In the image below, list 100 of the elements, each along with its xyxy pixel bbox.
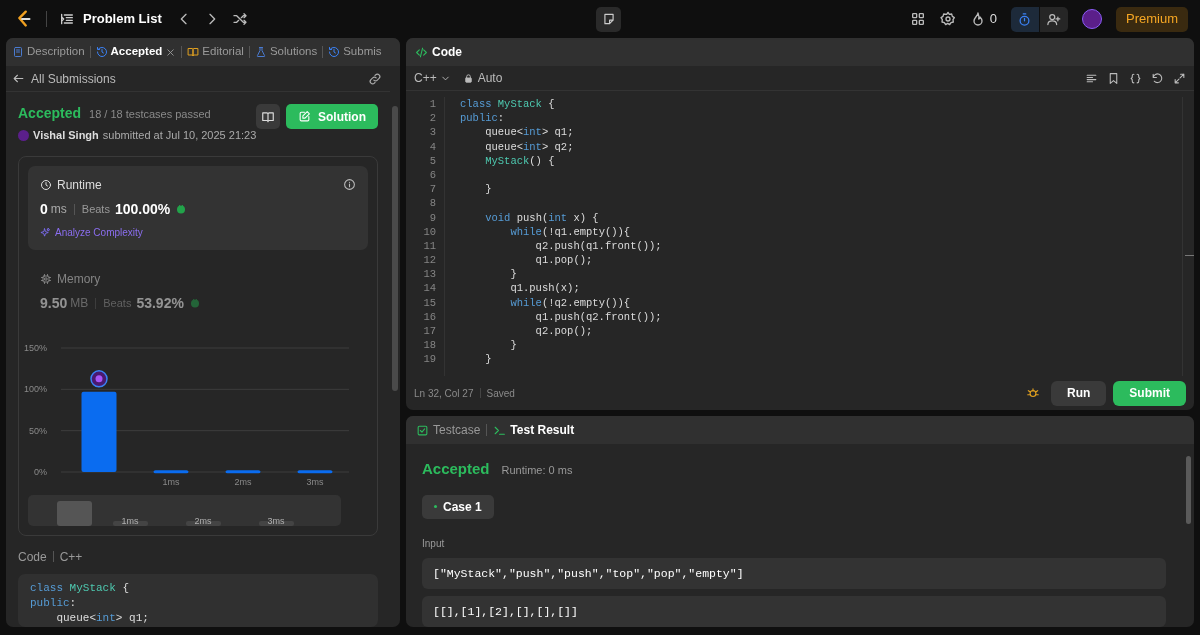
y-tick-label: 50% [29,425,47,436]
line-number: 3 [428,125,436,140]
list-icon[interactable] [59,11,75,27]
runtime-text: Runtime: 0 ms [501,463,573,478]
sparkle-icon [40,226,51,238]
stat-title: Memory [57,270,101,288]
line-number: 1 [428,97,436,112]
line-number: 15 [422,295,436,310]
y-tick-label: 150% [23,342,47,353]
braces-icon[interactable] [1129,71,1142,85]
beats-percent: 53.92% [136,293,184,313]
leaf-icon [175,203,188,215]
line-number: 14 [422,281,436,296]
line-number: 13 [422,267,436,282]
saved-status: Saved [486,386,515,401]
code-line: } [509,338,518,353]
editorial-button[interactable] [256,104,280,129]
add-user-icon [1046,11,1062,27]
code-line: while(!q1.empty()){ [509,224,632,239]
y-tick-label: 0% [34,466,47,477]
x-tick-label: 3ms [306,476,324,487]
chip-icon [40,272,52,285]
username[interactable]: Vishal Singh [33,127,99,144]
checkbox-icon [416,423,429,437]
runtime-card[interactable]: Runtime 0 ms Beats 100.00% Analyze Complexity [28,165,368,250]
beats-label: Beats [103,295,132,311]
code-line: q1.push(q2.front()); [534,309,663,324]
stat-value: 0 [40,199,48,219]
history-icon [328,46,341,58]
settings-icon[interactable] [939,11,956,27]
code-line: } [484,352,493,367]
clock-icon [40,178,52,191]
tab[interactable]: Editorial [187,43,244,61]
beats-label: Beats [81,201,110,217]
code-line: q2.push(q1.front()); [534,238,663,254]
testcases-text: 18 / 18 testcases passed [89,107,211,122]
line-number: 2 [428,111,436,126]
tab[interactable]: Test Result [493,421,575,439]
line-number: 18 [422,338,436,353]
line-number: 5 [428,153,436,168]
notes-button[interactable] [596,6,622,32]
line-number: 17 [422,324,436,339]
add-user-button[interactable] [1040,6,1068,32]
expand-icon[interactable] [1173,71,1186,85]
x-tick-label: 1ms [162,476,180,487]
beats-percent: 100.00% [114,199,171,219]
problem-list-link[interactable]: Problem List [83,9,162,29]
premium-button[interactable]: Premium [1116,6,1188,32]
bar[interactable] [297,469,333,473]
info-icon[interactable] [343,178,356,191]
avatar-marker [90,369,108,388]
tab[interactable]: Testcase [416,421,481,439]
code-line: queue<int> q1; [484,125,575,140]
mode-label: Auto [477,70,503,87]
run-button[interactable]: Run [1051,380,1107,406]
input-label: Input [422,536,446,551]
history-icon [95,46,108,58]
code-line: } [484,182,493,197]
x-tick-label: 2ms [234,476,252,487]
y-tick-label: 100% [23,383,47,394]
avatar[interactable] [1082,9,1102,29]
avatar [18,129,29,141]
bookmark-icon[interactable] [1107,71,1120,85]
note-icon [601,12,616,26]
tab[interactable]: Accepted [95,43,177,61]
code-line: class MyStack { [460,97,556,112]
tab[interactable]: Description [12,43,85,61]
input-value: [[],[1],[2],[],[],[]] [422,595,1166,627]
line-number: 6 [428,167,436,183]
language-dropdown[interactable]: C++ [414,69,451,87]
code-line: while(!q2.empty()){ [509,295,632,310]
edit-icon [298,110,311,123]
reset-icon[interactable] [1151,71,1164,85]
chart-navigator[interactable]: 1ms 2ms 3ms [28,494,341,526]
code-line: q1.pop(); [534,253,594,268]
scrollbar[interactable] [1182,97,1194,376]
back-arrow-icon[interactable] [12,72,25,85]
code-line: void push(int x) { [484,210,600,225]
code-icon [415,45,428,59]
line-number: 7 [428,182,436,197]
cursor-position: Ln 32, Col 27 [414,386,474,401]
case-tab[interactable]: Case 1 [422,494,494,519]
shuffle-icon[interactable] [231,11,248,27]
grid-icon[interactable] [909,11,926,27]
close-icon[interactable] [165,46,177,58]
tab[interactable]: Solutions [254,43,318,61]
bar[interactable] [225,469,261,473]
submitted-text: submitted at Jul 10, 2025 21:23 [102,128,257,143]
input-value: ["MyStack","push","push","top","pop","empty"] [422,557,1166,589]
stat-value: 9.50 [40,293,68,313]
tab[interactable]: Submis [328,43,382,61]
timer-button[interactable] [1011,6,1039,32]
code-line: } [509,267,518,282]
link-icon[interactable] [368,71,382,86]
debug-icon[interactable] [1026,386,1040,400]
line-number: 8 [428,196,436,211]
all-submissions-link[interactable]: All Submissions [31,69,116,88]
bar[interactable] [153,469,189,473]
code-line: q1.push(x); [509,281,581,296]
line-number: 4 [428,139,436,154]
